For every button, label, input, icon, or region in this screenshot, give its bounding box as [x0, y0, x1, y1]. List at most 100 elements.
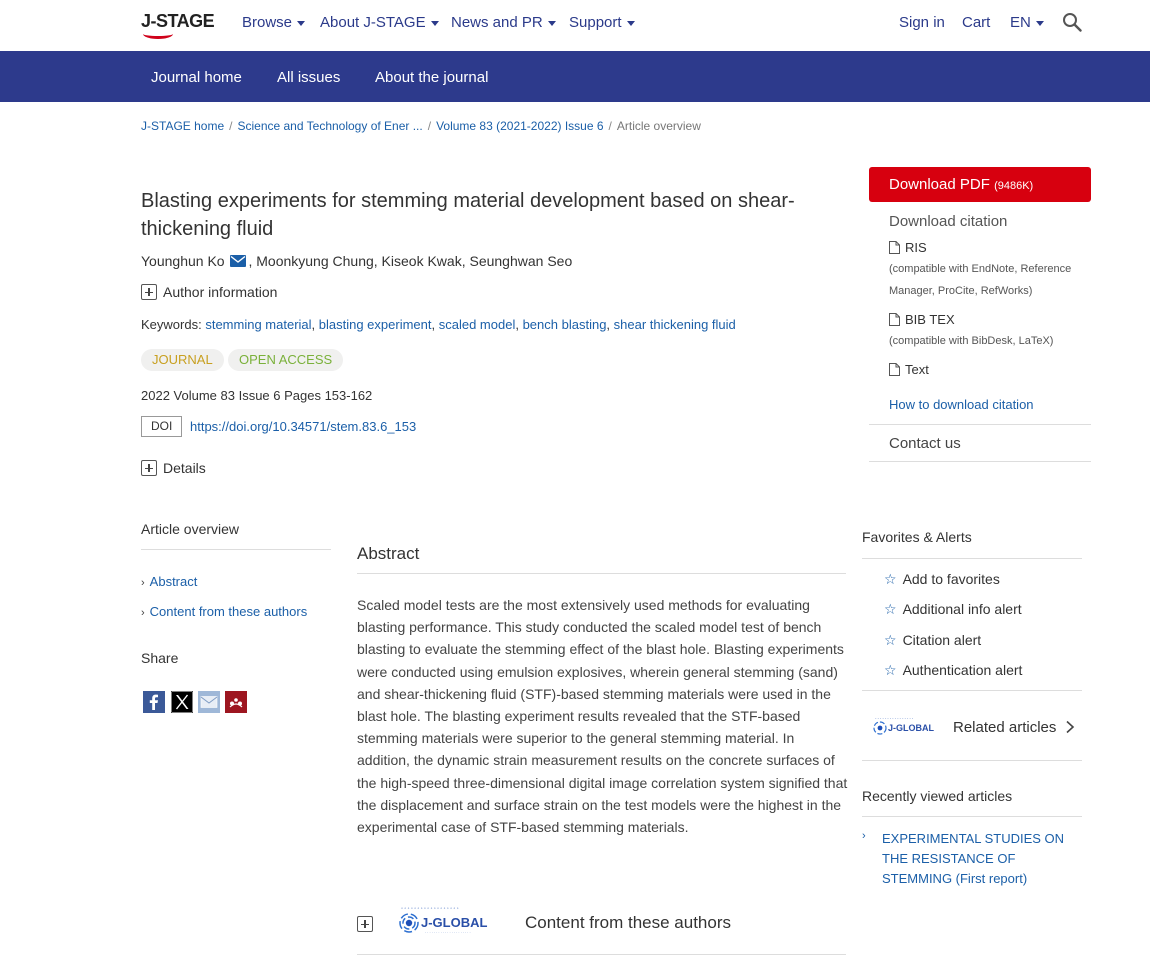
keyword-link[interactable]: blasting experiment: [319, 317, 432, 332]
nav-news-pr[interactable]: News and PR: [451, 14, 556, 31]
citation-text-link[interactable]: Text: [889, 362, 929, 377]
divider: [869, 424, 1091, 425]
citation-ris-note: (compatible with EndNote, Reference Mana…: [889, 263, 1072, 297]
caret-down-icon: [297, 20, 306, 26]
open-access-badge: OPEN ACCESS: [228, 349, 344, 371]
citation-bibtex-link[interactable]: BIB TEX: [889, 312, 955, 327]
breadcrumb-journal[interactable]: Science and Technology of Ener ...: [237, 119, 422, 133]
nav-news-label: News and PR: [451, 14, 543, 31]
chevron-right-icon: ›: [862, 830, 866, 842]
author-information-toggle[interactable]: Author information: [141, 284, 277, 300]
search-icon[interactable]: [1062, 12, 1082, 32]
sidebar-link-content-authors[interactable]: › Content from these authors: [141, 604, 307, 619]
chevron-right-icon: ›: [141, 607, 145, 619]
doi-label: DOI: [141, 416, 183, 437]
all-issues-link[interactable]: All issues: [277, 69, 340, 86]
nav-about-jstage[interactable]: About J-STAGE: [320, 14, 439, 31]
keyword-link[interactable]: stemming material: [205, 317, 311, 332]
divider: [869, 461, 1091, 462]
nav-browse-label: Browse: [242, 14, 293, 31]
citation-bibtex-note: (compatible with BibDesk, LaTeX): [889, 335, 1054, 347]
mail-icon[interactable]: [230, 255, 247, 267]
star-icon: ☆: [884, 632, 897, 648]
how-to-download-citation-link[interactable]: How to download citation: [889, 397, 1034, 412]
additional-info-alert[interactable]: ☆ Additional info alert: [884, 601, 1022, 618]
abstract-text: Scaled model tests are the most extensiv…: [357, 597, 848, 836]
details-label: Details: [163, 460, 206, 476]
keyword-link[interactable]: scaled model: [439, 317, 516, 332]
first-author: Younghun Ko: [141, 253, 225, 269]
chevron-right-icon: [1066, 720, 1074, 734]
language-selector[interactable]: EN: [1010, 14, 1044, 31]
citation-ris-link[interactable]: RIS: [889, 240, 927, 255]
breadcrumb-separator: /: [229, 119, 233, 133]
journal-badge: JOURNAL: [141, 349, 224, 371]
facebook-icon[interactable]: [143, 691, 165, 713]
caret-down-icon: [626, 20, 635, 26]
citation-ris-label: RIS: [905, 240, 927, 255]
email-icon[interactable]: [198, 691, 220, 713]
related-articles-label: Related articles: [953, 719, 1057, 736]
sidebar-link-abstract-label: Abstract: [149, 574, 198, 589]
contact-us-link[interactable]: Contact us: [889, 435, 961, 452]
article-overview-heading: Article overview: [141, 521, 240, 537]
caret-down-icon: [430, 20, 439, 26]
divider: [862, 558, 1082, 559]
breadcrumb-separator: /: [608, 119, 612, 133]
jstage-logo[interactable]: J-STAGE: [141, 10, 215, 39]
citation-alert[interactable]: ☆ Citation alert: [884, 632, 981, 649]
top-navigation: J-STAGE Browse About J-STAGE News and PR…: [0, 0, 1150, 50]
abstract-heading: Abstract: [357, 544, 420, 563]
document-icon: [889, 363, 900, 376]
caret-down-icon: [547, 20, 556, 26]
jglobal-logo[interactable]: J-GLOBAL ° ° ° ° ° ° ° ° ° ° ° ° ° ° ° °…: [397, 906, 499, 936]
recently-viewed-heading: Recently viewed articles: [862, 788, 1013, 804]
nav-browse[interactable]: Browse: [242, 14, 306, 31]
download-pdf-label: Download PDF: [889, 176, 990, 193]
details-toggle[interactable]: Details: [141, 460, 206, 476]
download-pdf-button[interactable]: Download PDF (9486K): [869, 167, 1091, 202]
doi-link[interactable]: https://doi.org/10.34571/stem.83.6_153: [190, 419, 416, 434]
journal-home-link[interactable]: Journal home: [151, 69, 242, 86]
author-list: Younghun Ko , Moonkyung Chung, Kiseok Kw…: [141, 253, 572, 269]
add-to-favorites-label: Add to favorites: [902, 571, 1000, 587]
add-to-favorites[interactable]: ☆ Add to favorites: [884, 571, 1000, 588]
article-title: Blasting experiments for stemming materi…: [141, 190, 795, 240]
svg-text:° ° ° ° ° ° ° ° ° ° ° ° ° ° °: ° ° ° ° ° ° ° ° ° ° ° ° ° ° ° ° ° °: [401, 907, 459, 912]
svg-text:· · · · · · · · · · · · · · ·: · · · · · · · · · · · · · · · · · · · · …: [425, 931, 471, 935]
authentication-alert-label: Authentication alert: [902, 662, 1023, 678]
plus-icon[interactable]: [357, 916, 373, 932]
share-heading: Share: [141, 650, 179, 666]
breadcrumb-issue[interactable]: Volume 83 (2021-2022) Issue 6: [436, 119, 603, 133]
sign-in-link[interactable]: Sign in: [899, 14, 945, 31]
breadcrumb-current: Article overview: [616, 119, 701, 133]
favorites-alerts-heading: Favorites & Alerts: [862, 529, 972, 545]
jglobal-logo-small[interactable]: J-GLOBAL ° ° ° ° ° ° ° ° ° ° ° ° ° ° ° °: [872, 716, 940, 737]
sidebar-link-abstract[interactable]: › Abstract: [141, 574, 197, 589]
divider: [357, 573, 846, 574]
related-articles-link[interactable]: Related articles: [953, 719, 1075, 736]
authentication-alert[interactable]: ☆ Authentication alert: [884, 662, 1022, 679]
star-icon: ☆: [884, 601, 897, 617]
about-journal-link[interactable]: About the journal: [375, 69, 488, 86]
nav-support-label: Support: [569, 14, 622, 31]
keyword-link[interactable]: bench blasting: [523, 317, 607, 332]
breadcrumb: J-STAGE home / Science and Technology of E…: [141, 119, 701, 133]
nav-support[interactable]: Support: [569, 14, 635, 31]
keywords-label: Keywords:: [141, 317, 202, 332]
caret-down-icon: [1035, 20, 1044, 26]
additional-info-alert-label: Additional info alert: [902, 601, 1022, 617]
jglobal-logo-small-text: J-GLOBAL: [888, 723, 935, 733]
cart-link[interactable]: Cart: [962, 14, 990, 31]
mendeley-icon[interactable]: [225, 691, 247, 713]
breadcrumb-jstage-home[interactable]: J-STAGE home: [141, 119, 224, 133]
author-information-label: Author information: [163, 284, 278, 300]
chevron-right-icon: ›: [141, 577, 145, 589]
citation-alert-label: Citation alert: [902, 632, 982, 648]
keywords: Keywords: stemming material, blasting ex…: [141, 317, 736, 332]
x-icon[interactable]: [171, 691, 193, 713]
keyword-link[interactable]: shear thickening fluid: [614, 317, 736, 332]
sidebar-link-content-authors-label: Content from these authors: [149, 604, 308, 619]
recently-viewed-article-link[interactable]: EXPERIMENTAL STUDIES ON THE RESISTANCE O…: [882, 829, 1087, 889]
journal-navigation-bar: Journal home All issues About the journa…: [0, 51, 1150, 102]
